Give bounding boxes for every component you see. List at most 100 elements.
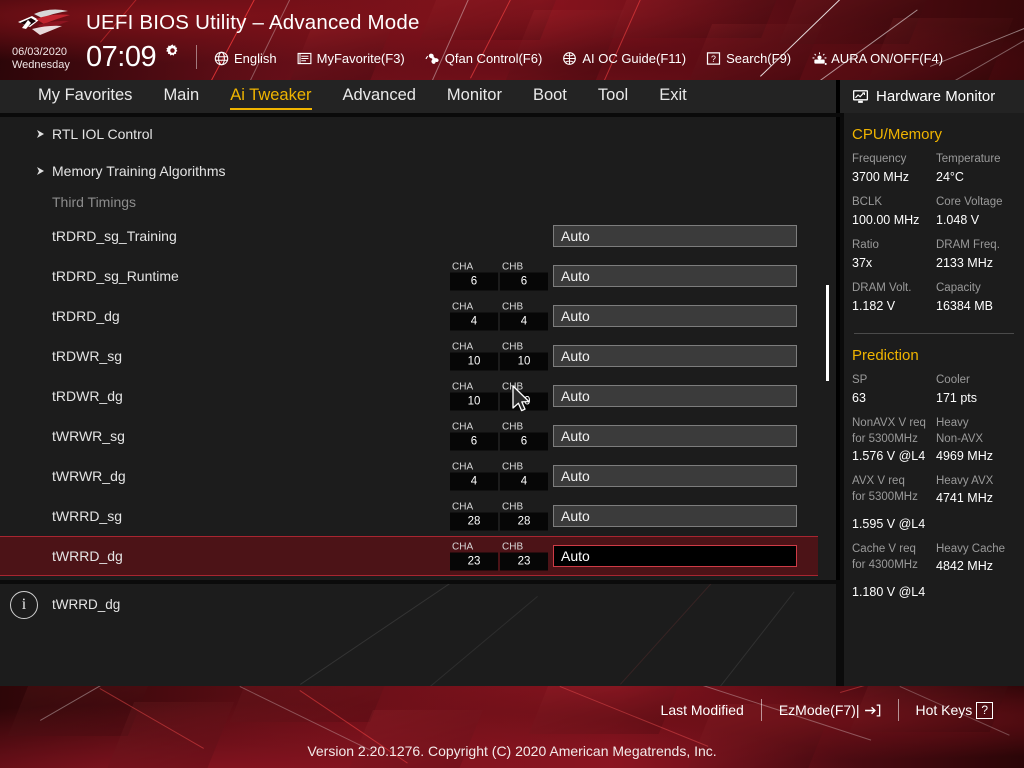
fan-icon	[425, 51, 440, 66]
tab-main[interactable]: Main	[163, 86, 199, 107]
avx-vreq-freq: for 5300MHz	[852, 489, 936, 515]
value-dropdown[interactable]: Auto	[553, 345, 797, 367]
cooler-value: 171 pts	[936, 389, 1016, 407]
channel-b-value: 4	[500, 473, 548, 491]
channel-b-value: 6	[500, 433, 548, 451]
value-dropdown[interactable]: Auto	[553, 385, 797, 407]
hot-keys-button[interactable]: Hot Keys ?	[899, 702, 1011, 719]
tab-tool[interactable]: Tool	[598, 86, 628, 107]
nav-tabs: My Favorites Main Ai Tweaker Advanced Mo…	[38, 80, 687, 113]
channel-b-value: 10	[500, 393, 548, 411]
list-item-rtl-iol-control[interactable]: RTL IOL Control	[0, 117, 818, 154]
heavy-label: Heavy	[936, 415, 1016, 431]
ratio-value: 37x	[852, 254, 936, 272]
monitor-icon	[852, 89, 869, 104]
list-item-trdwr-dg[interactable]: tRDWR_dg CHA 10 CHB 10 Auto	[0, 376, 818, 416]
channel-b-value: 23	[500, 553, 548, 571]
frequency-label: Frequency	[852, 151, 936, 168]
cache-vreq-freq: for 4300MHz	[852, 557, 936, 583]
channel-a-label: CHA	[450, 422, 498, 433]
list-scrollbar-track[interactable]	[822, 117, 836, 580]
heavy-cache-value: 4842 MHz	[936, 557, 1016, 575]
temperature-label: Temperature	[936, 151, 1016, 168]
list-item-trdrd-sg-runtime[interactable]: tRDRD_sg_Runtime CHA 6 CHB 6 Auto	[0, 256, 818, 296]
version-text: Version 2.20.1276. Copyright (C) 2020 Am…	[0, 743, 1024, 759]
list-item-trdwr-sg[interactable]: tRDWR_sg CHA 10 CHB 10 Auto	[0, 336, 818, 376]
list-scrollbar-thumb[interactable]	[826, 285, 829, 381]
list-item-trdrd-sg-training[interactable]: tRDRD_sg_Training Auto	[0, 216, 818, 256]
channel-a-value: 4	[450, 473, 498, 491]
hardware-monitor-title-bar: Hardware Monitor	[844, 80, 1024, 113]
channel-a-label: CHA	[450, 382, 498, 393]
header-quick-actions: English MyFavorite(F3) Qfan Control(F6) …	[214, 46, 943, 70]
tab-exit[interactable]: Exit	[659, 86, 687, 107]
list-item-label: Memory Training Algorithms	[52, 163, 226, 179]
cache-voltage-value: 1.180 V @L4	[852, 583, 936, 601]
avx-vreq-label: AVX V req	[852, 473, 936, 489]
tab-my-favorites[interactable]: My Favorites	[38, 86, 132, 107]
value-dropdown[interactable]: Auto	[553, 305, 797, 327]
capacity-value: 16384 MB	[936, 297, 1016, 315]
channel-a-value: 6	[450, 273, 498, 291]
tab-ai-tweaker[interactable]: Ai Tweaker	[230, 86, 311, 107]
settings-list: RTL IOL Control Memory Training Algorith…	[0, 117, 836, 580]
gear-icon[interactable]	[166, 44, 179, 57]
value-dropdown[interactable]: Auto	[553, 425, 797, 447]
dram-volt-value: 1.182 V	[852, 297, 936, 315]
list-item-trdrd-dg[interactable]: tRDRD_dg CHA 4 CHB 4 Auto	[0, 296, 818, 336]
search-button[interactable]: ? Search(F9)	[706, 51, 791, 66]
channel-b-label: CHB	[500, 422, 548, 433]
section-title-prediction: Prediction	[852, 347, 1016, 364]
value-dropdown[interactable]: Auto	[553, 225, 797, 247]
language-button[interactable]: English	[214, 51, 277, 66]
value-dropdown[interactable]: Auto	[553, 265, 797, 287]
svg-text:?: ?	[711, 53, 716, 63]
channel-a-readout: CHA 28	[450, 502, 498, 531]
ai-oc-guide-button[interactable]: AI OC Guide(F11)	[562, 51, 686, 66]
list-item-label: tRDRD_dg	[52, 308, 120, 324]
system-time: 07:09	[86, 41, 156, 74]
ezmode-button[interactable]: EzMode(F7)|	[762, 702, 898, 718]
channel-a-readout: CHA 4	[450, 302, 498, 331]
list-item-label: RTL IOL Control	[52, 126, 153, 142]
hot-keys-key: ?	[976, 702, 993, 719]
channel-b-readout: CHB 4	[500, 462, 548, 491]
list-item-twrrd-sg[interactable]: tWRRD_sg CHA 28 CHB 28 Auto	[0, 496, 818, 536]
dram-freq-value: 2133 MHz	[936, 254, 1016, 272]
aura-light-icon	[811, 51, 826, 66]
list-item-label: tWRWR_dg	[52, 468, 126, 484]
qfan-control-button[interactable]: Qfan Control(F6)	[425, 51, 543, 66]
frequency-value: 3700 MHz	[852, 168, 936, 186]
myfavorite-button[interactable]: MyFavorite(F3)	[297, 51, 405, 66]
value-dropdown[interactable]: Auto	[553, 545, 797, 567]
channel-b-readout: CHB 28	[500, 502, 548, 531]
channel-b-label: CHB	[500, 462, 548, 473]
channel-a-label: CHA	[450, 542, 498, 553]
footer-bar: Last Modified EzMode(F7)| Hot Keys ? Ver…	[0, 686, 1024, 768]
channel-a-label: CHA	[450, 502, 498, 513]
system-date: 06/03/2020 Wednesday	[12, 46, 70, 71]
globe-icon	[214, 51, 229, 66]
tab-advanced[interactable]: Advanced	[343, 86, 416, 107]
list-item-twrwr-sg[interactable]: tWRWR_sg CHA 6 CHB 6 Auto	[0, 416, 818, 456]
list-item-twrwr-dg[interactable]: tWRWR_dg CHA 4 CHB 4 Auto	[0, 456, 818, 496]
prediction-row-cache: Cache V req Heavy Cache for 4300MHz 4842…	[852, 541, 1016, 609]
channel-b-readout: CHB 10	[500, 382, 548, 411]
aura-button[interactable]: AURA ON/OFF(F4)	[811, 51, 943, 66]
prediction-row-nonavx: NonAVX V req Heavy for 5300MHz Non-AVX 1…	[852, 415, 1016, 473]
value-dropdown[interactable]: Auto	[553, 505, 797, 527]
nonavx-freq-value: 5300MHz	[869, 433, 918, 445]
last-modified-button[interactable]: Last Modified	[644, 702, 761, 718]
channel-a-label: CHA	[450, 302, 498, 313]
value-dropdown[interactable]: Auto	[553, 465, 797, 487]
channel-b-label: CHB	[500, 342, 548, 353]
language-label: English	[234, 51, 277, 66]
channel-a-value: 4	[450, 313, 498, 331]
prediction-row-avx: AVX V req Heavy AVX for 5300MHz 4741 MHz…	[852, 473, 1016, 541]
header-bar: UEFI BIOS Utility – Advanced Mode 06/03/…	[0, 0, 1024, 80]
chevron-right-icon	[36, 166, 46, 176]
dram-freq-label: DRAM Freq.	[936, 237, 1016, 254]
tab-boot[interactable]: Boot	[533, 86, 567, 107]
tab-monitor[interactable]: Monitor	[447, 86, 502, 107]
list-item-twrrd-dg[interactable]: tWRRD_dg CHA 23 CHB 23 Auto	[0, 536, 818, 576]
